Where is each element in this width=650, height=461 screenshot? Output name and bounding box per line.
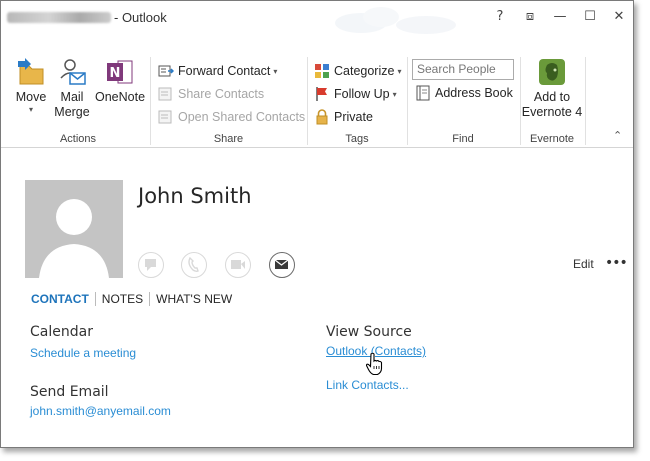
categorize-label: Categorize: [334, 64, 395, 78]
send-email-heading: Send Email: [30, 384, 109, 400]
outlook-window: - Outlook ? ⧈ — ☐ ✕ Move ▾ Mail Merge N …: [0, 0, 634, 448]
ribbon-display-button[interactable]: ⧈: [520, 7, 540, 27]
address-book-icon: [416, 85, 430, 101]
edit-button[interactable]: Edit: [573, 257, 594, 271]
collapse-ribbon-icon[interactable]: ⌃: [613, 129, 622, 142]
share-contacts-icon: [158, 87, 172, 101]
actions-group-label: Actions: [59, 133, 97, 145]
find-group-label: Find: [452, 133, 474, 145]
move-label: Move: [15, 90, 47, 104]
open-shared-contacts-icon: [158, 110, 172, 124]
title-bar: - Outlook ? ⧈ — ☐ ✕: [1, 1, 633, 35]
onenote-button[interactable]: N OneNote: [93, 56, 147, 105]
svg-text:N: N: [110, 66, 121, 81]
tab-contact[interactable]: CONTACT: [31, 292, 95, 306]
follow-up-label: Follow Up: [334, 87, 390, 101]
follow-up-button[interactable]: Follow Up ▾: [314, 84, 397, 104]
private-label: Private: [334, 110, 373, 124]
chat-icon: [145, 259, 156, 271]
schedule-meeting-link[interactable]: Schedule a meeting: [30, 346, 136, 360]
person-silhouette-icon: [39, 199, 109, 278]
share-contacts-label: Share Contacts: [178, 87, 265, 101]
link-contacts-link[interactable]: Link Contacts...: [326, 378, 409, 392]
forward-contact-button[interactable]: Forward Contact ▾: [158, 61, 277, 81]
onenote-label: OneNote: [94, 90, 146, 104]
email-button[interactable]: [269, 252, 295, 278]
tab-whats-new[interactable]: WHAT'S NEW: [149, 292, 238, 306]
lock-icon: [316, 109, 328, 125]
contact-avatar: [25, 180, 123, 278]
ribbon: Move ▾ Mail Merge N OneNote Actions Forw…: [1, 54, 633, 148]
categorize-icon: [315, 64, 329, 78]
share-group-label: Share: [213, 133, 244, 145]
minimize-button[interactable]: —: [550, 7, 570, 27]
add-to-evernote-button[interactable]: Add to Evernote 4: [521, 56, 583, 120]
email-address-link[interactable]: john.smith@anyemail.com: [30, 404, 171, 418]
im-button[interactable]: [138, 252, 164, 278]
share-contacts-button[interactable]: Share Contacts: [158, 84, 264, 104]
video-icon: [231, 260, 245, 269]
hand-cursor-icon: [366, 352, 383, 376]
private-button[interactable]: Private: [314, 107, 373, 127]
onenote-icon: N: [107, 60, 133, 84]
tab-notes[interactable]: NOTES: [94, 292, 149, 306]
cloud-decoration: [335, 7, 456, 34]
categorize-caret: ▾: [397, 66, 402, 76]
open-shared-contacts-button[interactable]: Open Shared Contacts: [158, 107, 305, 127]
folder-move-icon: [18, 58, 44, 85]
group-divider: [407, 57, 408, 145]
add-to-evernote-label-1: Add to: [533, 90, 571, 104]
categorize-button[interactable]: Categorize ▾: [314, 61, 401, 81]
help-button[interactable]: ?: [490, 7, 510, 27]
group-divider: [585, 57, 586, 145]
move-button[interactable]: Move ▾: [9, 56, 53, 115]
mail-merge-label-1: Mail: [60, 90, 84, 104]
add-to-evernote-label-2: Evernote 4: [521, 105, 583, 119]
follow-up-caret: ▾: [392, 89, 397, 99]
contact-tabs: CONTACT NOTES WHAT'S NEW: [31, 292, 238, 306]
more-options-button[interactable]: •••: [605, 255, 628, 271]
forward-contact-caret: ▾: [273, 66, 278, 76]
phone-icon: [188, 256, 199, 273]
mail-merge-button[interactable]: Mail Merge: [51, 56, 93, 120]
group-divider: [150, 57, 151, 145]
contact-name: John Smith: [138, 184, 252, 208]
group-divider: [307, 57, 308, 145]
window-title: - Outlook: [114, 10, 167, 25]
search-people-input[interactable]: Search People: [412, 59, 514, 80]
close-button[interactable]: ✕: [609, 7, 629, 27]
mail-merge-icon: [60, 59, 86, 85]
forward-contact-icon: [158, 65, 174, 77]
call-button[interactable]: [181, 252, 207, 278]
video-call-button[interactable]: [225, 252, 251, 278]
calendar-heading: Calendar: [30, 324, 93, 340]
maximize-button[interactable]: ☐: [580, 7, 600, 27]
tags-group-label: Tags: [345, 133, 369, 145]
view-source-heading: View Source: [326, 324, 412, 340]
address-book-button[interactable]: Address Book: [415, 83, 513, 103]
mail-icon: [274, 259, 289, 269]
forward-contact-label: Forward Contact: [178, 64, 271, 78]
evernote-group-label: Evernote: [529, 133, 575, 145]
mail-merge-label-2: Merge: [54, 105, 90, 119]
open-shared-contacts-label: Open Shared Contacts: [178, 110, 306, 124]
flag-icon: [316, 87, 327, 101]
evernote-icon: [539, 59, 565, 85]
address-book-label: Address Book: [435, 86, 513, 100]
redacted-title-text: [7, 12, 111, 23]
move-dropdown-caret: ▾: [28, 105, 33, 114]
